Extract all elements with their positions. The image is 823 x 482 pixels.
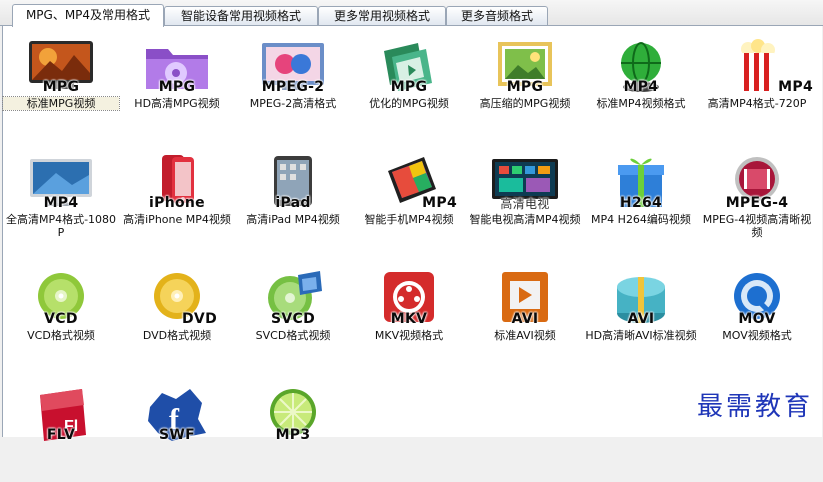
format-tile[interactable]: MPG 优化的MPG视频 [351,26,467,134]
format-tile[interactable]: MPEG-4 MPEG-4视频高清晰视频 [699,142,815,250]
format-tile[interactable]: VCD VCD格式视频 [3,258,119,366]
format-tile[interactable]: MP4 标准MP4视频格式 [583,26,699,134]
format-label: MP3 [275,427,311,443]
format-caption: MP4 H264编码视频 [591,213,691,226]
format-label: DVD [182,311,217,327]
format-label: MPEG-2 [261,79,325,95]
format-caption: MPEG-4视频高清晰视频 [702,213,812,239]
format-label: MPG [390,79,428,95]
format-tile[interactable]: MKV MKV视频格式 [351,258,467,366]
tab-bar: MPG、MP4及常用格式 智能设备常用视频格式 更多常用视频格式 更多音频格式 [0,0,823,27]
format-tile[interactable]: AVI HD高清晰AVI标准视频 [583,258,699,366]
format-label: MP4 [623,79,659,95]
format-tile[interactable]: MP3 [235,374,351,482]
format-caption: MKV视频格式 [374,329,444,342]
format-tile[interactable]: SVCD SVCD格式视频 [235,258,351,366]
format-label: MPG [506,79,544,95]
format-tile[interactable]: MPG HD高清MPG视频 [119,26,235,134]
format-caption: HD高清MPG视频 [134,97,220,110]
format-caption: 高压缩的MPG视频 [479,97,571,110]
format-label: AVI [511,311,539,327]
format-tile[interactable]: MP4 智能手机MP4视频 [351,142,467,250]
format-caption: 优化的MPG视频 [369,97,449,110]
format-caption: 标准MP4视频格式 [596,97,686,110]
format-label: MKV [390,311,428,327]
format-label: SVCD [270,311,315,327]
format-caption: 高清MP4格式-720P [707,97,807,110]
format-tile[interactable]: MOV MOV视频格式 [699,258,815,366]
tab-smart-devices[interactable]: 智能设备常用视频格式 [164,6,318,26]
format-label: iPhone [149,195,205,211]
format-tile[interactable]: Fl FLV [3,374,119,482]
format-label: AVI [627,311,655,327]
format-tile[interactable]: iPad 高清iPad MP4视频 [235,142,351,250]
format-caption: 全高清MP4格式-1080P [5,213,117,239]
format-label: MP4 [422,195,457,211]
format-grid: MPG 标准MPG视频 MPG HD高清MPG视频 MPEG-2 MPEG-2高… [2,26,822,443]
format-tile[interactable]: H264 MP4 H264编码视频 [583,142,699,250]
format-label: H264 [619,195,663,211]
watermark-text: 最需教育 [696,392,813,422]
format-label: 高清电视 [500,197,550,211]
format-caption: 高清iPad MP4视频 [246,213,340,226]
format-label: MPEG-4 [725,195,789,211]
format-caption: SVCD格式视频 [255,329,331,342]
format-caption: MOV视频格式 [722,329,792,342]
format-label: MOV [738,311,776,327]
format-label: MPG [42,79,80,95]
format-label: VCD [44,311,78,327]
format-tile[interactable]: 高清电视 智能电视高清MP4视频 [467,142,583,250]
format-caption: 智能手机MP4视频 [364,213,454,226]
format-caption: 标准MPG视频 [2,96,120,111]
format-label: MPG [158,79,196,95]
format-label: FLV [46,427,76,443]
tab-mpg-mp4[interactable]: MPG、MP4及常用格式 [12,4,164,27]
format-tile[interactable]: f SWF [119,374,235,482]
format-label: iPad [275,195,311,211]
format-tile[interactable]: MPEG-2 MPEG-2高清格式 [235,26,351,134]
format-caption: 高清iPhone MP4视频 [123,213,231,226]
format-caption: MPEG-2高清格式 [249,97,337,110]
format-tile[interactable]: MPG 标准MPG视频 [2,26,120,134]
format-tile[interactable]: MP4 全高清MP4格式-1080P [3,142,119,250]
format-caption: HD高清晰AVI标准视频 [585,329,697,342]
format-caption: 标准AVI视频 [494,329,556,342]
format-caption: DVD格式视频 [142,329,212,342]
format-tile[interactable]: AVI 标准AVI视频 [467,258,583,366]
format-tile[interactable]: MP4 高清MP4格式-720P [699,26,815,134]
format-tile[interactable]: iPhone 高清iPhone MP4视频 [119,142,235,250]
tab-more-video[interactable]: 更多常用视频格式 [318,6,446,26]
format-label: MP4 [778,79,813,95]
tab-more-audio[interactable]: 更多音频格式 [446,6,548,26]
format-caption: 智能电视高清MP4视频 [469,213,581,226]
format-label: SWF [159,427,195,443]
format-caption: VCD格式视频 [27,329,95,342]
format-tile[interactable]: MPG 高压缩的MPG视频 [467,26,583,134]
format-label: MP4 [43,195,79,211]
format-tile[interactable]: DVD DVD格式视频 [119,258,235,366]
